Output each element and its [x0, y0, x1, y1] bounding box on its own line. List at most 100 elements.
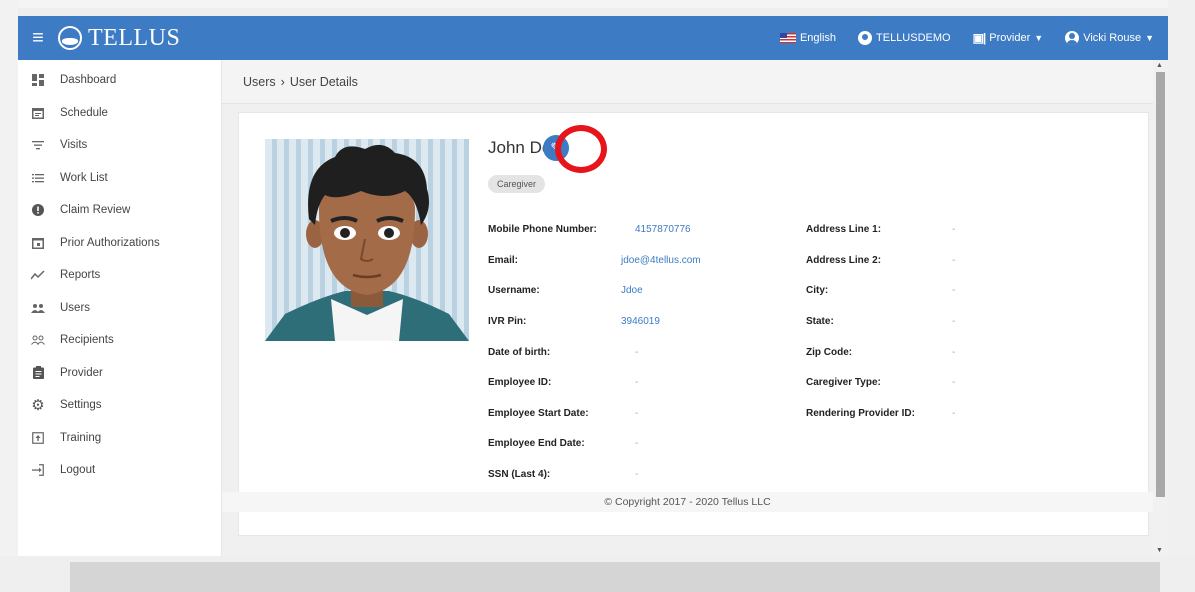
role-menu[interactable]: ▣| Provider ▼	[973, 31, 1044, 45]
logout-icon	[30, 462, 46, 478]
ivr-pin-value: 3946019	[621, 316, 660, 327]
menu-icon[interactable]: ≡	[18, 16, 58, 60]
dob-value: -	[635, 347, 639, 358]
rendering-provider-value: -	[952, 408, 956, 419]
sidebar-item-claim-review[interactable]: Claim Review	[18, 194, 221, 227]
detail-label: Date of birth:	[488, 347, 551, 358]
sidebar-item-label: Training	[60, 431, 102, 444]
user-name-row: John Doe ✎	[488, 135, 569, 161]
app-name: TELLUS	[88, 24, 181, 51]
app-window: ≡ TELLUS English TELLUSDEMO ▣| Provider …	[18, 16, 1168, 556]
sidebar-item-label: Users	[60, 301, 91, 314]
sidebar-item-label: Logout	[60, 464, 96, 477]
detail-label: Address Line 1:	[806, 224, 882, 235]
detail-label: Caregiver Type:	[806, 377, 881, 388]
detail-label: Address Line 2:	[806, 255, 882, 266]
role-label: Provider	[989, 32, 1031, 44]
zip-value: -	[952, 347, 956, 358]
sidebar-item-provider[interactable]: Provider	[18, 357, 221, 390]
caregiver-type-value: -	[952, 377, 956, 388]
trend-line-icon	[30, 267, 46, 283]
upload-box-icon	[30, 430, 46, 446]
calendar-icon	[30, 105, 46, 121]
sidebar-item-reports[interactable]: Reports	[18, 259, 221, 292]
address1-value: -	[952, 224, 956, 235]
user-details-card: John Doe ✎ Caregiver Mobile Phone Number…	[238, 112, 1149, 536]
sidebar-item-visits[interactable]: Visits	[18, 129, 221, 162]
username-value: Jdoe	[621, 285, 643, 296]
sidebar-item-label: Settings	[60, 399, 102, 412]
city-value: -	[952, 285, 956, 296]
scroll-down-icon[interactable]: ▼	[1156, 547, 1163, 554]
scroll-thumb[interactable]	[1156, 72, 1165, 497]
copyright-text: © Copyright 2017 - 2020 Tellus LLC	[604, 496, 771, 508]
sidebar-item-prior-authorizations[interactable]: Prior Authorizations	[18, 227, 221, 260]
sidebar-item-logout[interactable]: Logout	[18, 454, 221, 487]
sidebar: Dashboard Schedule Visits Work List Clai…	[18, 60, 222, 556]
edit-user-button[interactable]: ✎	[542, 135, 569, 161]
start-date-value: -	[635, 408, 639, 419]
role-badge: Caregiver	[488, 175, 546, 193]
sidebar-item-label: Work List	[60, 171, 108, 184]
account-icon	[1065, 31, 1080, 45]
app-logo[interactable]: TELLUS	[58, 25, 180, 52]
breadcrumb-users-link[interactable]: Users	[243, 75, 276, 89]
calendar-check-icon	[30, 235, 46, 251]
language-selector[interactable]: English	[779, 32, 837, 44]
sidebar-item-label: Provider	[60, 366, 103, 379]
address2-value: -	[952, 255, 956, 266]
logo-icon	[58, 26, 82, 50]
sidebar-item-users[interactable]: Users	[18, 292, 221, 325]
sidebar-item-dashboard[interactable]: Dashboard	[18, 64, 221, 97]
clipboard-icon	[30, 365, 46, 381]
detail-label: State:	[806, 316, 834, 327]
provider-icon: ▣|	[972, 31, 987, 45]
detail-label: City:	[806, 285, 829, 296]
page-scrollbar[interactable]: ▲ ▼	[1153, 60, 1168, 556]
detail-label: Employee End Date:	[488, 438, 585, 449]
ssn-value: -	[635, 469, 639, 480]
us-flag-icon	[779, 33, 796, 43]
scroll-up-icon[interactable]: ▲	[1156, 62, 1163, 69]
alert-circle-icon	[30, 202, 46, 218]
dashboard-icon	[30, 72, 46, 88]
breadcrumb: Users › User Details	[222, 60, 1153, 104]
sidebar-item-label: Schedule	[60, 106, 108, 119]
sidebar-item-label: Claim Review	[60, 204, 131, 217]
language-label: English	[799, 32, 837, 44]
footer: © Copyright 2017 - 2020 Tellus LLC	[222, 492, 1153, 512]
detail-label: Employee Start Date:	[488, 408, 589, 419]
sidebar-item-label: Recipients	[60, 334, 114, 347]
top-bar: ≡ TELLUS English TELLUSDEMO ▣| Provider …	[18, 16, 1168, 60]
people-outline-icon	[30, 332, 46, 348]
sidebar-item-label: Reports	[60, 269, 101, 282]
sidebar-item-training[interactable]: Training	[18, 422, 221, 455]
detail-label: Zip Code:	[806, 347, 853, 358]
detail-label: IVR Pin:	[488, 316, 527, 327]
end-date-value: -	[635, 438, 639, 449]
agency-label: TELLUSDEMO	[876, 32, 951, 44]
chevron-down-icon: ▼	[1145, 33, 1154, 43]
user-menu[interactable]: Vicki Rouse ▼	[1065, 31, 1154, 45]
detail-label: Mobile Phone Number:	[488, 224, 597, 235]
breadcrumb-separator: ›	[280, 74, 285, 89]
sidebar-item-settings[interactable]: ⚙ Settings	[18, 389, 221, 422]
mobile-phone-value[interactable]: 4157870776	[635, 224, 691, 235]
sidebar-item-label: Visits	[60, 139, 88, 152]
gear-icon: ⚙	[31, 397, 45, 415]
list-icon	[30, 170, 46, 186]
email-value[interactable]: jdoe@4tellus.com	[621, 255, 701, 266]
state-value: -	[952, 316, 956, 327]
detail-label: SSN (Last 4):	[488, 469, 551, 480]
agency-selector[interactable]: TELLUSDEMO	[858, 31, 951, 45]
sidebar-item-work-list[interactable]: Work List	[18, 162, 221, 195]
sidebar-item-schedule[interactable]: Schedule	[18, 97, 221, 130]
detail-label: Employee ID:	[488, 377, 552, 388]
sidebar-item-label: Prior Authorizations	[60, 236, 160, 249]
detail-label: Email:	[488, 255, 519, 266]
employee-id-value: -	[635, 377, 639, 388]
sidebar-item-recipients[interactable]: Recipients	[18, 324, 221, 357]
sidebar-item-label: Dashboard	[60, 74, 117, 87]
filter-lines-icon	[30, 137, 46, 153]
group-icon	[30, 300, 46, 316]
